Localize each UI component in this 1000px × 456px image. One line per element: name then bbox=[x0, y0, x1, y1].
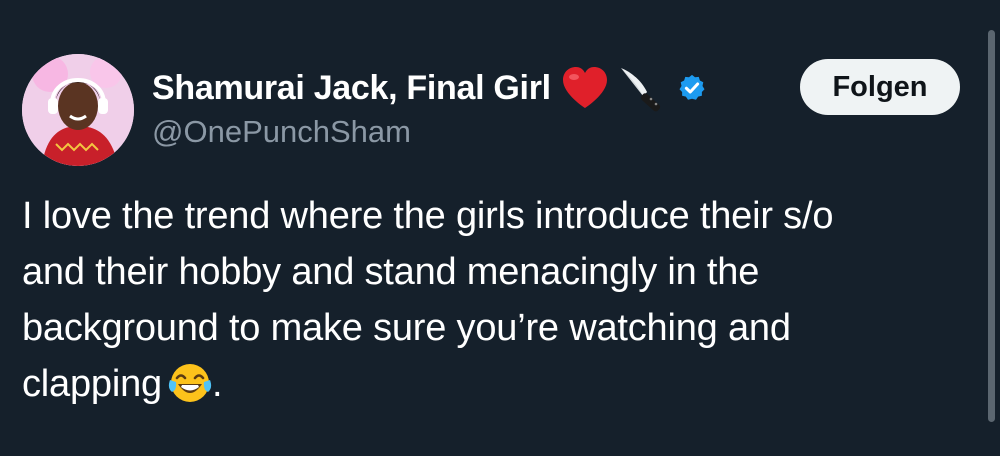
red-heart-icon bbox=[561, 66, 609, 110]
tweet-text-end: . bbox=[211, 363, 223, 405]
tweet-text: I love the trend where the girls introdu… bbox=[22, 188, 977, 420]
scrollbar[interactable] bbox=[982, 0, 1000, 456]
tweet-text-line-last: clapping . bbox=[22, 356, 977, 420]
tweet-card: Shamurai Jack, Final Girl @OnePunchSham bbox=[0, 0, 1000, 456]
avatar[interactable] bbox=[22, 54, 134, 166]
tweet-text-line: background to make sure you’re watching … bbox=[22, 307, 791, 349]
tears-of-joy-icon bbox=[168, 362, 212, 420]
tweet-text-line: and their hobby and stand menacingly in … bbox=[22, 251, 760, 293]
follow-button[interactable]: Folgen bbox=[800, 59, 960, 115]
verified-badge-icon[interactable] bbox=[677, 73, 707, 103]
author-name-row: Shamurai Jack, Final Girl bbox=[152, 62, 707, 114]
kitchen-knife-icon bbox=[617, 64, 667, 112]
tweet-text-fragment: clapping bbox=[22, 363, 162, 405]
author-display-name[interactable]: Shamurai Jack, Final Girl bbox=[152, 69, 551, 108]
tweet-text-line: I love the trend where the girls introdu… bbox=[22, 195, 834, 237]
scrollbar-thumb[interactable] bbox=[988, 30, 995, 422]
author-handle[interactable]: @OnePunchSham bbox=[152, 114, 411, 150]
